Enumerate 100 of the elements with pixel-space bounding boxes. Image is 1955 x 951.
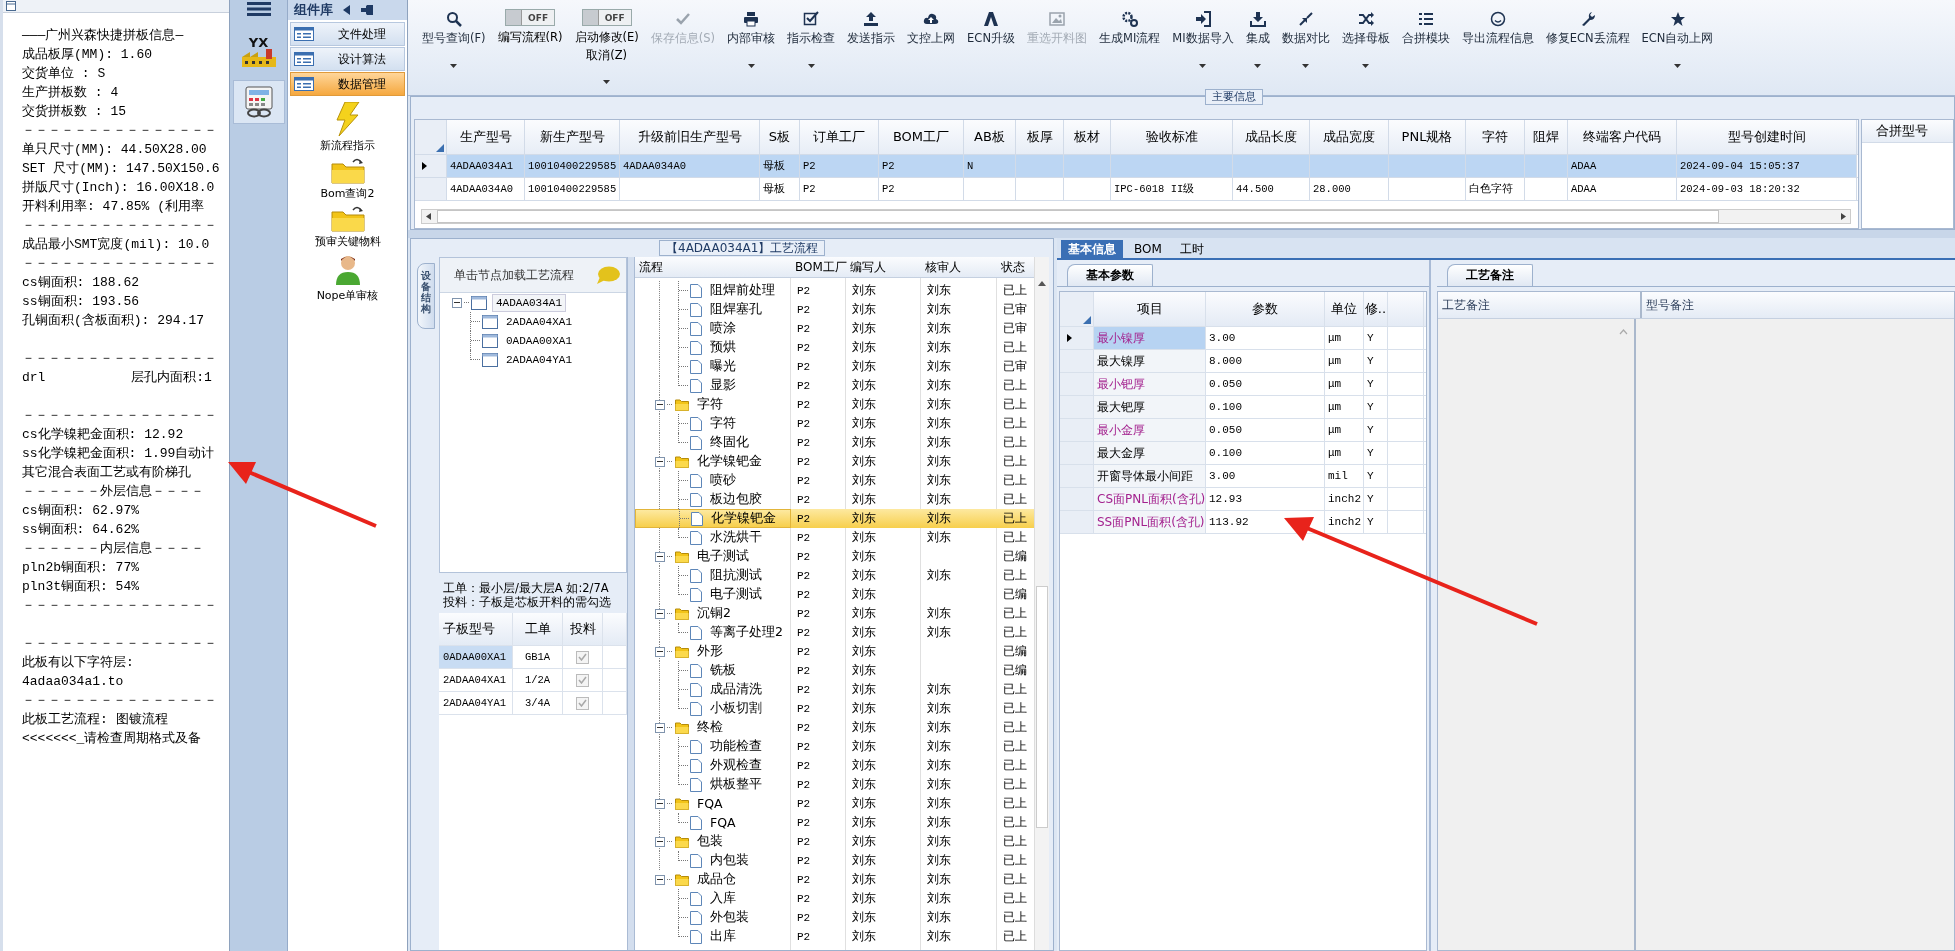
toolbar-button[interactable]: 生成MI流程 — [1099, 9, 1161, 46]
column-header[interactable]: 流程 — [635, 257, 791, 277]
collapse-icon[interactable] — [452, 297, 462, 308]
column-header[interactable]: 投料 — [563, 613, 603, 645]
column-header[interactable]: 升级前旧生产型号 — [620, 120, 760, 154]
process-step[interactable]: 终固化 — [710, 434, 749, 451]
nav-button[interactable]: 数据管理 — [290, 72, 405, 96]
column-header[interactable]: 合拼型号 — [1862, 120, 1953, 143]
process-step[interactable]: 出库 — [710, 928, 736, 945]
process-step[interactable]: 阻抗测试 — [710, 567, 762, 584]
process-step[interactable]: 入库 — [710, 890, 736, 907]
collapse-icon[interactable] — [655, 874, 665, 885]
collapse-icon[interactable] — [655, 551, 665, 562]
row-header[interactable] — [1060, 327, 1094, 349]
collapse-icon[interactable] — [655, 646, 665, 657]
process-step[interactable]: 等离子处理2 — [710, 624, 783, 641]
collapse-icon[interactable] — [655, 722, 665, 733]
row-header[interactable] — [415, 155, 447, 177]
column-header[interactable]: 状态 — [997, 257, 1034, 277]
sidebar-item[interactable]: Nope单审核 — [316, 288, 379, 303]
process-step[interactable]: FQA — [710, 815, 736, 830]
toolbar-button[interactable]: 内部审核 — [727, 9, 776, 68]
process-step[interactable]: 预烘 — [710, 339, 736, 356]
process-step[interactable]: 内包装 — [710, 852, 749, 869]
process-step[interactable]: 烘板整平 — [710, 776, 762, 793]
process-step[interactable]: 外观检查 — [710, 757, 762, 774]
process-step[interactable]: 外包装 — [710, 909, 749, 926]
collapse-icon[interactable] — [655, 608, 665, 619]
process-step[interactable]: 电子测试 — [697, 548, 749, 565]
process-step[interactable]: 成品清洗 — [710, 681, 762, 698]
toolbar-button[interactable]: ECN自动上网 — [1641, 9, 1714, 68]
tree-node[interactable]: 0ADAA00XA1 — [503, 332, 575, 349]
collapse-icon[interactable] — [655, 836, 665, 847]
nav-button[interactable]: 设计算法 — [290, 47, 405, 71]
sidebar-item[interactable]: Bom查询2 — [320, 186, 375, 201]
column-header[interactable]: 修.. — [1364, 292, 1388, 326]
column-header[interactable]: 参数 — [1206, 292, 1325, 326]
process-step[interactable]: 小板切割 — [710, 700, 762, 717]
column-header[interactable]: 单位 — [1325, 292, 1364, 326]
toggle-switch[interactable]: OFF — [581, 9, 632, 26]
toolbar-button[interactable]: ECN升级 — [967, 9, 1015, 46]
tab[interactable]: BOM — [1127, 240, 1169, 258]
toolbar-button[interactable]: 合拼模块 — [1401, 9, 1450, 46]
side-tab[interactable]: 设备结构 — [417, 263, 435, 329]
toolbar-button[interactable]: 文控上网 — [907, 9, 956, 46]
process-step[interactable]: 阻焊前处理 — [710, 282, 775, 299]
process-step[interactable]: 水洗烘干 — [710, 529, 762, 546]
process-step[interactable]: 功能检查 — [710, 738, 762, 755]
column-header[interactable]: 新生产型号 — [525, 120, 620, 154]
icon-bar-item[interactable]: YX — [232, 30, 285, 74]
column-header[interactable]: 核审人 — [921, 257, 997, 277]
column-header[interactable]: 成品宽度 — [1310, 120, 1389, 154]
sidebar-item[interactable]: 新流程指示 — [320, 138, 375, 153]
horizontal-scrollbar[interactable] — [421, 209, 1851, 224]
process-step[interactable]: 喷涂 — [710, 320, 736, 337]
process-step[interactable]: 终检 — [697, 719, 723, 736]
tab[interactable]: 工时 — [1172, 240, 1211, 258]
process-step[interactable]: 包装 — [697, 833, 723, 850]
nav-button[interactable]: 文件处理 — [290, 22, 405, 46]
column-header[interactable]: 板厚 — [1016, 120, 1064, 154]
column-header[interactable]: 订单工厂 — [800, 120, 879, 154]
process-step[interactable]: 化学镍钯金 — [697, 453, 762, 470]
toggle-switch[interactable]: OFF — [505, 9, 556, 26]
process-step[interactable]: 字符 — [710, 415, 736, 432]
column-header[interactable]: AB板 — [964, 120, 1016, 154]
tab[interactable]: 基本信息 — [1061, 240, 1123, 258]
toolbar-button[interactable]: 导出流程信息 — [1461, 9, 1534, 46]
column-header[interactable]: BOM工厂 — [879, 120, 964, 154]
column-header[interactable]: PNL规格 — [1389, 120, 1466, 154]
toolbar-button[interactable]: 发送指示 — [847, 9, 896, 46]
column-header[interactable]: 验收标准 — [1111, 120, 1233, 154]
tree-node[interactable]: 4ADAA034A1 — [492, 293, 566, 312]
column-header[interactable]: 成品长度 — [1233, 120, 1310, 154]
process-step[interactable]: 字符 — [697, 396, 723, 413]
collapse-icon[interactable] — [655, 399, 665, 410]
collapse-icon[interactable] — [655, 456, 665, 467]
column-header[interactable]: 子板型号 — [439, 613, 513, 645]
process-step[interactable]: 显影 — [710, 377, 736, 394]
process-step[interactable]: 铣板 — [710, 662, 736, 679]
tree-node[interactable]: 2ADAA04YA1 — [503, 351, 575, 368]
process-step[interactable]: 曝光 — [710, 358, 736, 375]
icon-bar-item[interactable] — [232, 80, 285, 124]
toolbar-button[interactable]: MI数据导入 — [1172, 9, 1234, 68]
column-header[interactable]: 项目 — [1094, 292, 1206, 326]
column-header[interactable]: 型号创建时间 — [1677, 120, 1857, 154]
process-step[interactable]: 电子测试 — [710, 586, 762, 603]
vertical-scrollbar[interactable] — [1034, 257, 1049, 950]
column-header[interactable]: 终端客户代码 — [1568, 120, 1677, 154]
column-header[interactable]: S板 — [760, 120, 800, 154]
tree-node[interactable]: 2ADAA04XA1 — [503, 313, 575, 330]
column-header[interactable]: 型号备注 — [1642, 292, 1954, 318]
toolbar-button[interactable]: 选择母板 — [1341, 9, 1390, 68]
toolbar-button[interactable]: 数据对比 — [1281, 9, 1330, 68]
column-header[interactable]: BOM工厂 — [791, 257, 846, 277]
column-header[interactable]: 字符 — [1466, 120, 1525, 154]
toolbar-button[interactable]: 集成 — [1245, 9, 1270, 68]
tab[interactable]: 工艺备注 — [1447, 264, 1533, 286]
process-step[interactable]: 外形 — [697, 643, 723, 660]
process-step[interactable]: 喷砂 — [710, 472, 736, 489]
process-step[interactable]: 沉铜2 — [697, 605, 731, 622]
